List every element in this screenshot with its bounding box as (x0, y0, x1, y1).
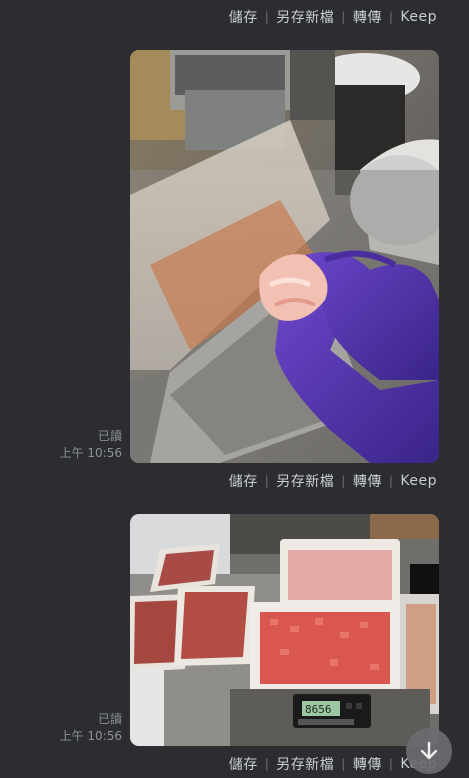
scroll-to-bottom-button[interactable] (406, 728, 452, 774)
message-time: 上午 10:56 (59, 446, 122, 460)
separator: | (388, 474, 394, 488)
message-time: 上午 10:56 (59, 729, 122, 743)
keep-button[interactable]: Keep (400, 473, 437, 489)
scale-reading: 8656 (305, 703, 332, 716)
separator: | (264, 474, 270, 488)
photo-meat-in-gloved-hand (130, 50, 439, 463)
save-as-button[interactable]: 另存新檔 (276, 754, 334, 774)
read-status: 已讀 (97, 712, 122, 726)
photo-message-2[interactable]: 8656 (130, 514, 439, 746)
photo-meat-trays-on-scale: 8656 (130, 514, 439, 746)
photo-message-1[interactable] (130, 50, 439, 463)
arrow-down-icon (420, 741, 438, 760)
separator: | (388, 10, 394, 24)
top-action-bar: 儲存 | 另存新檔 | 轉傳 | Keep (0, 6, 469, 28)
keep-button[interactable]: Keep (400, 9, 437, 25)
save-button[interactable]: 儲存 (229, 471, 258, 491)
separator: | (341, 757, 346, 771)
message-meta-1: 已讀 上午 10:56 (0, 428, 122, 462)
save-button[interactable]: 儲存 (229, 7, 258, 27)
forward-button[interactable]: 轉傳 (353, 7, 382, 27)
separator: | (341, 10, 346, 24)
save-button[interactable]: 儲存 (229, 754, 258, 774)
read-status: 已讀 (97, 429, 122, 443)
save-as-button[interactable]: 另存新檔 (276, 471, 334, 491)
action-bar-2: 儲存 | 另存新檔 | 轉傳 | Keep (0, 753, 469, 775)
separator: | (341, 474, 346, 488)
action-bar-1: 儲存 | 另存新檔 | 轉傳 | Keep (0, 470, 469, 492)
separator: | (264, 757, 270, 771)
forward-button[interactable]: 轉傳 (353, 754, 382, 774)
forward-button[interactable]: 轉傳 (353, 471, 382, 491)
separator: | (388, 757, 394, 771)
separator: | (264, 10, 270, 24)
message-meta-2: 已讀 上午 10:56 (0, 711, 122, 745)
save-as-button[interactable]: 另存新檔 (276, 7, 334, 27)
